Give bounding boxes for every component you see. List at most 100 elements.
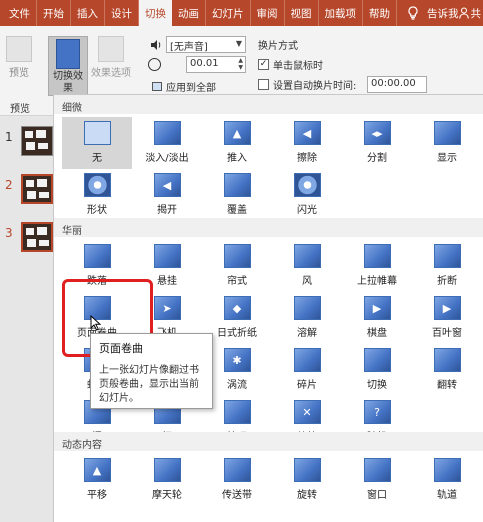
tab-1[interactable]: 开始 (37, 0, 71, 26)
tab-7[interactable]: 审阅 (251, 0, 285, 26)
chevron-down-icon: ▼ (235, 39, 242, 48)
thumbnail-photo (39, 240, 49, 246)
transition-prestige[interactable]: 上拉帷幕 (342, 240, 412, 292)
shred-icon (293, 348, 321, 372)
transition-shape[interactable]: 形状 (62, 169, 132, 221)
transition-label: 摩天轮 (152, 490, 182, 501)
transition-label: 显示 (437, 153, 457, 164)
prestige-icon (363, 244, 391, 268)
mouse-cursor-icon (90, 315, 102, 331)
effect-options-button[interactable]: 效果选项 (88, 36, 134, 79)
transition-conveyor[interactable]: 传送带 (202, 454, 272, 506)
transition-none[interactable]: 无 (62, 117, 132, 169)
tab-3[interactable]: 设计 (105, 0, 139, 26)
transition-dissolve[interactable]: 溶解 (272, 292, 342, 344)
transition-effects-label: 切换效 果 (53, 71, 83, 94)
tab-10[interactable]: 帮助 (363, 0, 397, 26)
flash-icon: ✦ (293, 173, 321, 197)
on-mouse-click-option[interactable]: ✓ 单击鼠标时 (258, 57, 323, 72)
preview-label: 预览 (9, 68, 29, 79)
auto-advance-option[interactable]: 设置自动换片时间: (258, 77, 356, 92)
zoom-icon: ✕ (293, 400, 321, 424)
transition-wipe[interactable]: ◀ 擦除 (272, 117, 342, 169)
share-label: 共 (470, 7, 482, 20)
sound-select[interactable]: [无声音] ▼ (166, 36, 246, 53)
on-click-label: 单击鼠标时 (273, 61, 323, 72)
reveal-icon (433, 121, 461, 145)
transition-label: 碎片 (297, 380, 317, 391)
auto-advance-time-input[interactable]: 00:00.00 (367, 76, 427, 93)
transition-label: 翻转 (437, 380, 457, 391)
tell-me-search[interactable]: 告诉我 (423, 0, 459, 26)
tab-5[interactable]: 动画 (172, 0, 206, 26)
tab-0[interactable]: 文件 (0, 0, 37, 26)
transition-push[interactable]: ▲ 推入 (202, 117, 272, 169)
preview-button[interactable]: 预览 (4, 36, 34, 79)
tab-8[interactable]: 视图 (285, 0, 319, 26)
transition-label: 上拉帷幕 (357, 276, 397, 287)
apply-all-icon (152, 82, 162, 91)
blinds-icon: ▶ (433, 296, 461, 320)
transition-label: 涡流 (227, 380, 247, 391)
transition-blinds[interactable]: ▶ 百叶窗 (412, 292, 482, 344)
transition-uncover[interactable]: ◀ 揭开 (132, 169, 202, 221)
slide-thumbnail[interactable] (21, 174, 53, 204)
share-button[interactable]: 共 (458, 0, 483, 26)
transition-label: 淡入/淡出 (145, 153, 189, 164)
transition-rotate[interactable]: 旋转 (272, 454, 342, 506)
auto-advance-checkbox[interactable] (258, 79, 269, 90)
transition-label: 切换 (367, 380, 387, 391)
spinner-icon[interactable]: ▲ ▼ (238, 57, 243, 71)
duration-input[interactable]: 00.01 ▲ ▼ (186, 56, 246, 73)
transition-ferris-wheel[interactable]: 摩天轮 (132, 454, 202, 506)
transition-checkerboard[interactable]: ▶ 棋盘 (342, 292, 412, 344)
wind-icon (293, 244, 321, 268)
transition-orbit[interactable]: 轨道 (412, 454, 482, 506)
transition-reveal[interactable]: 显示 (412, 117, 482, 169)
tab-4[interactable]: 切换 (139, 0, 172, 26)
lightbulb-icon (397, 0, 423, 26)
transition-curtains[interactable]: 帘式 (202, 240, 272, 292)
effect-options-label: 效果选项 (91, 68, 131, 79)
thumbnail-photo (27, 239, 36, 247)
transition-fracture[interactable]: 折断 (412, 240, 482, 292)
transition-split[interactable]: ◂▸ 分割 (342, 117, 412, 169)
slide-thumbnail[interactable] (21, 126, 53, 156)
window-icon (363, 458, 391, 482)
none-icon (83, 121, 111, 145)
thumbnail-photo (26, 228, 34, 235)
thumbnail-photo (39, 192, 49, 198)
random-icon: ? (363, 400, 391, 424)
transition-cover[interactable]: 覆盖 (202, 169, 272, 221)
tab-2[interactable]: 插入 (71, 0, 105, 26)
transition-pan[interactable]: ▲ 平移 (62, 454, 132, 506)
effect-options-icon (98, 36, 124, 62)
transition-effects-button[interactable]: 切换效 果 (48, 36, 88, 96)
thumbnail-photo (25, 131, 33, 138)
curtains-icon (223, 244, 251, 268)
transition-switch[interactable]: 切换 (342, 344, 412, 396)
cover-icon (223, 173, 251, 197)
transition-flash[interactable]: ✦ 闪光 (272, 169, 342, 221)
transition-label: 帘式 (227, 276, 247, 287)
auto-advance-time-value: 00:00.00 (371, 78, 416, 89)
transition-fade[interactable]: 淡入/淡出 (132, 117, 202, 169)
transition-label: 传送带 (222, 490, 252, 501)
transition-window[interactable]: 窗口 (342, 454, 412, 506)
on-click-checkbox[interactable]: ✓ (258, 59, 269, 70)
transition-wind[interactable]: 风 (272, 240, 342, 292)
slide-number: 2 (5, 178, 13, 192)
auto-advance-label: 设置自动换片时间: (273, 81, 357, 92)
switch-icon (363, 348, 391, 372)
vortex-icon: ✱ (223, 348, 251, 372)
transition-flip[interactable]: 翻转 (412, 344, 482, 396)
transition-label: 旋转 (297, 490, 317, 501)
tab-6[interactable]: 幻灯片 (206, 0, 251, 26)
transition-shred[interactable]: 碎片 (272, 344, 342, 396)
slide-thumbnail[interactable] (21, 222, 53, 252)
tab-9[interactable]: 加载项 (319, 0, 363, 26)
drape-icon (153, 244, 181, 268)
apply-to-all-button[interactable]: 应用到全部 (152, 79, 216, 94)
transition-effects-icon (56, 39, 80, 69)
uncover-icon: ◀ (153, 173, 181, 197)
